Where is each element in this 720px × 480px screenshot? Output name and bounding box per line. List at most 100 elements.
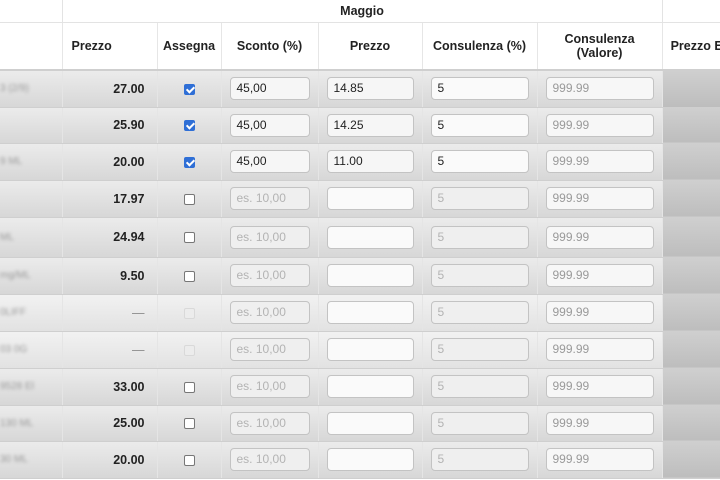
discounted-price-input[interactable]: [326, 375, 414, 398]
discount-input[interactable]: 45,00: [229, 150, 310, 173]
assign-checkbox[interactable]: [183, 193, 195, 205]
consulenza-cell: 5: [422, 217, 538, 258]
discounted-price-input[interactable]: 11.00: [326, 150, 414, 173]
product-name: 9 ML: [0, 143, 63, 181]
assegna-cell: [157, 441, 222, 479]
discounted-price-input[interactable]: [326, 301, 414, 324]
consulting-value-input[interactable]: 999.99: [545, 150, 654, 173]
discount-input[interactable]: es. 10,00: [229, 375, 310, 398]
consulting-value-input[interactable]: 999.99: [545, 264, 654, 287]
consulenza-cell: 5: [422, 70, 538, 108]
prezzo-el-value: 2: [662, 107, 720, 144]
consulting-value-input[interactable]: 999.99: [545, 375, 654, 398]
assign-checkbox[interactable]: [183, 232, 195, 244]
table-row: 9528 El33.00 es. 10,00 5 999.99 3: [0, 368, 720, 406]
consulting-value-input[interactable]: 999.99: [545, 77, 654, 101]
prezzo-el-value: [662, 331, 720, 369]
consulenza-cell: 5: [422, 107, 538, 144]
prezzo-el-value: 2: [662, 405, 720, 442]
header-prezzo-el: Prezzo El: [662, 22, 720, 71]
consulting-value-input[interactable]: 999.99: [545, 225, 654, 249]
table-row: 25.90 45,00 14.25 5 999.99 2: [0, 107, 720, 144]
pricing-table: Maggio Prezzo Assegna Sconto (%) Prezzo …: [0, 0, 720, 479]
consulting-pct-input[interactable]: 5: [430, 338, 529, 361]
prezzo-el-value: 2: [662, 217, 720, 258]
sconto-cell: es. 10,00: [221, 257, 319, 295]
assegna-cell: [157, 257, 222, 295]
table-row: 30 ML20.00 es. 10,00 5 999.99 2: [0, 441, 720, 479]
prezzo-el-value: 2: [662, 143, 720, 181]
consulenza-cell: 5: [422, 180, 538, 218]
consulting-pct-input[interactable]: 5: [430, 448, 529, 471]
table-row: ML24.94 es. 10,00 5 999.99 2: [0, 217, 720, 258]
product-price: 27.00: [62, 70, 158, 108]
consulting-value-input[interactable]: 999.99: [545, 187, 654, 210]
discount-input[interactable]: es. 10,00: [229, 411, 310, 435]
consulting-pct-input[interactable]: 5: [430, 113, 529, 137]
consulenza-cell: 5: [422, 143, 538, 181]
assegna-cell: [157, 217, 222, 258]
assign-checkbox[interactable]: [183, 381, 195, 393]
assign-checkbox[interactable]: [183, 418, 195, 430]
consulenza-valore-cell: 999.99: [537, 257, 663, 295]
assign-checkbox[interactable]: [183, 156, 195, 168]
discount-input[interactable]: es. 10,00: [229, 301, 310, 324]
discounted-price-input[interactable]: [326, 448, 414, 471]
consulting-pct-input[interactable]: 5: [430, 301, 529, 324]
consulting-value-input[interactable]: 999.99: [545, 113, 654, 137]
sconto-cell: es. 10,00: [221, 441, 319, 479]
discount-input[interactable]: 45,00: [229, 113, 310, 137]
consulting-value-input[interactable]: 999.99: [545, 338, 654, 361]
assign-checkbox[interactable]: [183, 270, 195, 282]
assign-checkbox[interactable]: [183, 454, 195, 466]
prezzo-el-value: [662, 257, 720, 295]
discounted-price-input[interactable]: [326, 187, 414, 210]
discount-input[interactable]: es. 10,00: [229, 187, 310, 210]
prezzo-el-value: 1: [662, 180, 720, 218]
discounted-price-input[interactable]: [326, 411, 414, 435]
assign-checkbox[interactable]: [183, 120, 195, 132]
discounted-price-input[interactable]: [326, 264, 414, 287]
discount-input[interactable]: es. 10,00: [229, 225, 310, 249]
consulting-pct-input[interactable]: 5: [430, 225, 529, 249]
consulenza-cell: 5: [422, 331, 538, 369]
consulenza-cell: 5: [422, 441, 538, 479]
product-name: [0, 180, 63, 218]
prezzo-cell: [318, 405, 423, 442]
consulenza-cell: 5: [422, 294, 538, 332]
prezzo-el-value: 3: [662, 368, 720, 406]
consulenza-valore-cell: 999.99: [537, 331, 663, 369]
product-price: 20.00: [62, 143, 158, 181]
assegna-cell: [157, 107, 222, 144]
discount-input[interactable]: 45,00: [229, 77, 310, 101]
product-name: [0, 107, 63, 144]
discounted-price-input[interactable]: 14.85: [326, 77, 414, 101]
consulting-value-input[interactable]: 999.99: [545, 301, 654, 324]
table-row: 130 ML25.00 es. 10,00 5 999.99 2: [0, 405, 720, 442]
product-price: 33.00: [62, 368, 158, 406]
product-price: 25.90: [62, 107, 158, 144]
assegna-cell: [157, 143, 222, 181]
sconto-cell: 45,00: [221, 107, 319, 144]
consulting-pct-input[interactable]: 5: [430, 150, 529, 173]
sconto-cell: 45,00: [221, 143, 319, 181]
product-name: mg/ML: [0, 257, 63, 295]
discounted-price-input[interactable]: [326, 225, 414, 249]
sconto-cell: es. 10,00: [221, 331, 319, 369]
discount-input[interactable]: es. 10,00: [229, 338, 310, 361]
header-consulenza-valore-line2: (Valore): [576, 46, 623, 60]
consulting-pct-input[interactable]: 5: [430, 375, 529, 398]
assegna-cell: [157, 368, 222, 406]
consulting-pct-input[interactable]: 5: [430, 264, 529, 287]
discounted-price-input[interactable]: [326, 338, 414, 361]
consulting-value-input[interactable]: 999.99: [545, 448, 654, 471]
prezzo-cell: 14.85: [318, 70, 423, 108]
assign-checkbox[interactable]: [183, 84, 195, 96]
consulting-pct-input[interactable]: 5: [430, 187, 529, 210]
discount-input[interactable]: es. 10,00: [229, 448, 310, 471]
consulting-pct-input[interactable]: 5: [430, 77, 529, 101]
discounted-price-input[interactable]: 14.25: [326, 113, 414, 137]
consulting-pct-input[interactable]: 5: [430, 411, 529, 435]
consulting-value-input[interactable]: 999.99: [545, 411, 654, 435]
discount-input[interactable]: es. 10,00: [229, 264, 310, 287]
